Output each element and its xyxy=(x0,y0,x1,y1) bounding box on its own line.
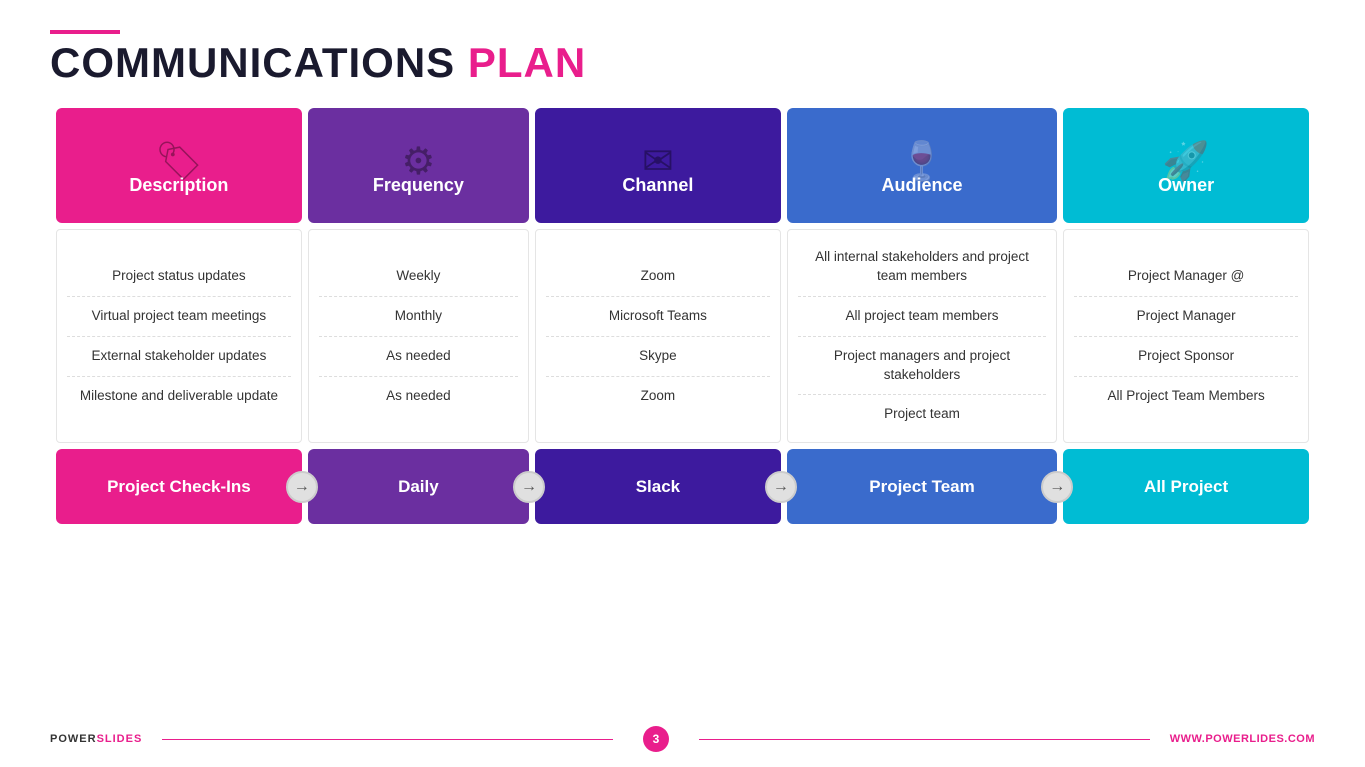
chan-4: Zoom xyxy=(546,377,770,416)
arrow-2: → xyxy=(513,471,545,503)
header-audience: 🍷 Audience xyxy=(787,108,1057,223)
arrow-3: → xyxy=(765,471,797,503)
own-3: Project Sponsor xyxy=(1074,337,1298,377)
title-area: COMMUNICATIONS PLAN xyxy=(50,30,1315,84)
cell-audience: All internal stakeholders and project te… xyxy=(787,229,1057,443)
chan-2: Microsoft Teams xyxy=(546,297,770,337)
header-owner: 🚀 Owner xyxy=(1063,108,1309,223)
bottom-audience: Project Team → xyxy=(787,449,1057,524)
header-frequency: ⚙ Frequency xyxy=(308,108,529,223)
title-part1: COMMUNICATIONS xyxy=(50,39,455,86)
desc-4: Milestone and deliverable update xyxy=(67,377,291,416)
own-2: Project Manager xyxy=(1074,297,1298,337)
bottom-channel-label: Slack xyxy=(636,477,680,496)
aud-2: All project team members xyxy=(798,297,1046,337)
desc-3: External stakeholder updates xyxy=(67,337,291,377)
cell-frequency: Weekly Monthly As needed As needed xyxy=(308,229,529,443)
cell-channel: Zoom Microsoft Teams Skype Zoom xyxy=(535,229,781,443)
page-container: COMMUNICATIONS PLAN 🏷 Description ⚙ Freq… xyxy=(0,0,1365,767)
cell-description: Project status updates Virtual project t… xyxy=(56,229,302,443)
bottom-owner-label: All Project xyxy=(1144,477,1228,496)
communications-table: 🏷 Description ⚙ Frequency ✉ Channel xyxy=(50,102,1315,530)
arrow-1: → xyxy=(286,471,318,503)
header-channel-label: Channel xyxy=(622,175,693,196)
freq-1: Weekly xyxy=(319,257,518,297)
cell-owner: Project Manager @ Project Manager Projec… xyxy=(1063,229,1309,443)
header-channel: ✉ Channel xyxy=(535,108,781,223)
header-audience-label: Audience xyxy=(881,175,962,196)
brand-slides: SLIDES xyxy=(97,733,143,745)
header-frequency-label: Frequency xyxy=(373,175,464,196)
footer: POWERSLIDES 3 WWW.POWERLIDES.COM xyxy=(50,726,1315,752)
brand-power: POWER xyxy=(50,733,97,745)
own-1: Project Manager @ xyxy=(1074,257,1298,297)
bottom-description-label: Project Check-Ins xyxy=(107,477,251,496)
bottom-row: Project Check-Ins → Daily → Slack → Proj… xyxy=(56,449,1309,524)
bottom-channel: Slack → xyxy=(535,449,781,524)
data-row-main: Project status updates Virtual project t… xyxy=(56,229,1309,443)
header-owner-label: Owner xyxy=(1158,175,1214,196)
header-description-label: Description xyxy=(129,175,228,196)
bottom-audience-label: Project Team xyxy=(869,477,975,496)
footer-line-right xyxy=(699,739,1150,740)
aud-3: Project managers and project stakeholder… xyxy=(798,337,1046,396)
freq-2: Monthly xyxy=(319,297,518,337)
page-title: COMMUNICATIONS PLAN xyxy=(50,42,1315,84)
arrow-4: → xyxy=(1041,471,1073,503)
footer-line-left xyxy=(162,739,613,740)
footer-brand: POWERSLIDES xyxy=(50,733,142,745)
freq-4: As needed xyxy=(319,377,518,416)
header-row: 🏷 Description ⚙ Frequency ✉ Channel xyxy=(56,108,1309,223)
desc-2: Virtual project team meetings xyxy=(67,297,291,337)
title-accent-line xyxy=(50,30,120,34)
chan-1: Zoom xyxy=(546,257,770,297)
bottom-frequency-label: Daily xyxy=(398,477,439,496)
footer-page-number: 3 xyxy=(643,726,669,752)
header-description: 🏷 Description xyxy=(56,108,302,223)
freq-3: As needed xyxy=(319,337,518,377)
chan-3: Skype xyxy=(546,337,770,377)
aud-1: All internal stakeholders and project te… xyxy=(798,238,1046,297)
footer-website: WWW.POWERLIDES.COM xyxy=(1170,733,1315,745)
aud-4: Project team xyxy=(798,395,1046,434)
own-4: All Project Team Members xyxy=(1074,377,1298,416)
desc-1: Project status updates xyxy=(67,257,291,297)
bottom-frequency: Daily → xyxy=(308,449,529,524)
title-part2: PLAN xyxy=(468,39,586,86)
bottom-owner: All Project xyxy=(1063,449,1309,524)
bottom-description: Project Check-Ins → xyxy=(56,449,302,524)
